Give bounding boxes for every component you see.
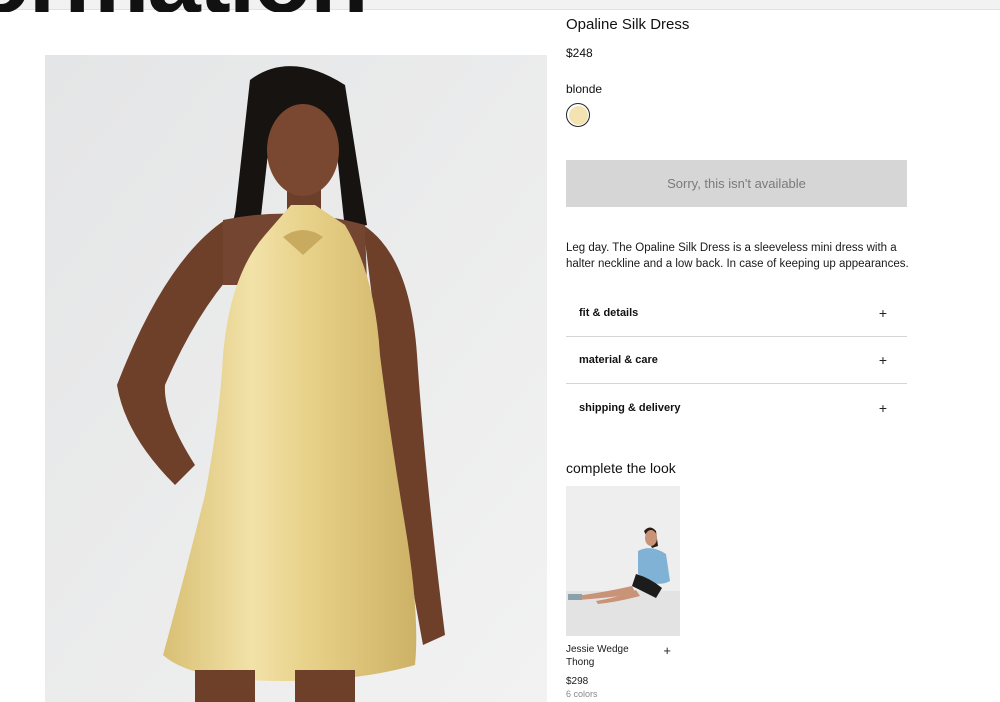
unavailable-button[interactable]: Sorry, this isn't available [566,160,907,207]
look-item-price: $298 [566,676,589,687]
plus-icon: + [878,305,887,321]
look-item-colors: 6 colors [566,689,598,699]
accordion-fit-details[interactable]: fit & details + [566,290,907,337]
accordion-label: fit & details [579,307,639,319]
product-description: Leg day. The Opaline Silk Dress is a sle… [566,242,909,270]
color-name-label: blonde [566,82,603,96]
look-item-card[interactable]: Jessie Wedge Thong + $298 6 colors [566,486,680,699]
details-accordion: fit & details + material & care + shippi… [566,290,907,431]
add-to-bag-plus-icon[interactable]: + [663,643,671,658]
product-title: Opaline Silk Dress [566,16,690,33]
accordion-material-care[interactable]: material & care + [566,337,907,384]
look-item-photo[interactable] [566,486,680,636]
accordion-shipping-delivery[interactable]: shipping & delivery + [566,384,907,431]
accordion-label: material & care [579,354,658,366]
product-price: $248 [566,46,593,60]
accordion-label: shipping & delivery [579,401,681,414]
plus-icon: + [878,352,887,368]
color-swatch-blonde[interactable] [566,103,590,127]
product-photo [45,55,547,702]
plus-icon: + [878,399,887,416]
look-item-name[interactable]: Jessie Wedge Thong [566,643,636,669]
complete-the-look-heading: complete the look [566,460,676,476]
hero-heading-fragment: ormation [0,0,532,12]
swatch-fill [568,105,588,125]
